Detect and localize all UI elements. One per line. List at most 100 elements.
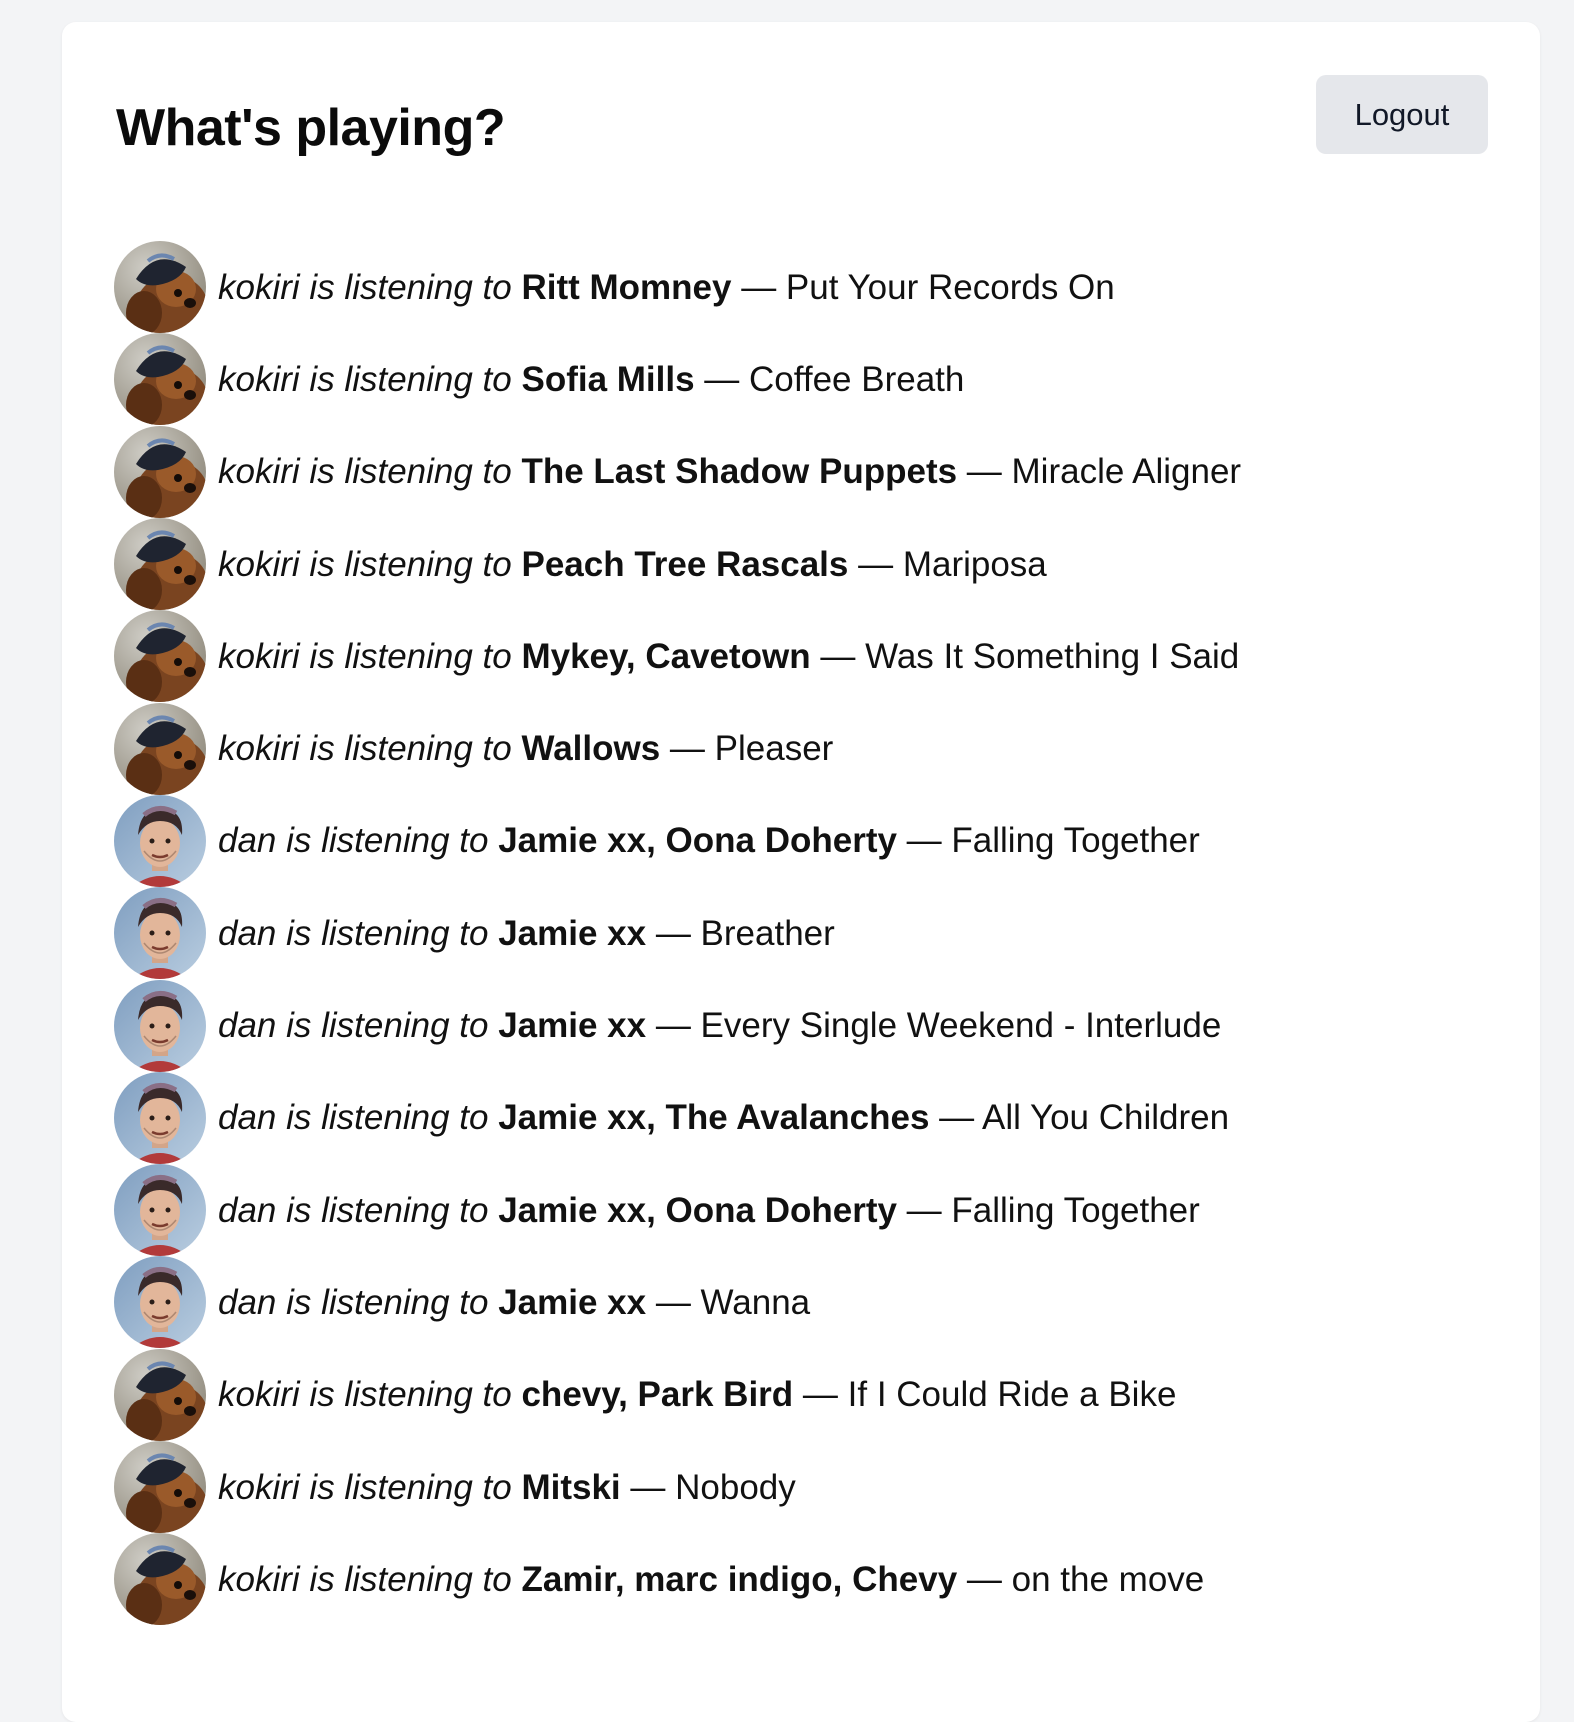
username: kokiri <box>218 729 300 769</box>
listener-activity: kokiri is listening to <box>218 268 521 307</box>
listening-text: kokiri is listening to Sofia Mills — Cof… <box>218 362 964 397</box>
dan-avatar <box>114 1071 206 1164</box>
kokiri-avatar <box>114 610 206 703</box>
dan-avatar <box>114 979 206 1072</box>
activity-verb: is listening to <box>299 267 522 307</box>
artist-name: The Last Shadow Puppets <box>521 452 958 492</box>
listener-activity: kokiri is listening to <box>218 729 521 768</box>
separator: — <box>660 729 715 769</box>
listener-activity: kokiri is listening to <box>218 545 521 584</box>
kokiri-avatar <box>114 1533 206 1626</box>
listener-activity: kokiri is listening to <box>218 637 521 676</box>
track-title: Breather <box>700 913 835 953</box>
username: kokiri <box>218 1467 300 1507</box>
list-item: kokiri is listening to Mitski — Nobody <box>114 1441 1241 1533</box>
username: dan <box>218 913 277 953</box>
listener-activity: dan is listening to <box>218 1006 498 1045</box>
separator: — <box>810 636 866 676</box>
listening-feed: kokiri is listening to Ritt Momney — Put… <box>114 241 1241 1626</box>
listener-activity: dan is listening to <box>218 1191 498 1230</box>
listening-text: dan is listening to Jamie xx — Breather <box>218 916 835 951</box>
list-item: kokiri is listening to Mykey, Cavetown —… <box>114 610 1241 703</box>
activity-verb: is listening to <box>299 1467 522 1507</box>
listener-activity: dan is listening to <box>218 1098 498 1137</box>
kokiri-avatar <box>114 1348 206 1441</box>
username: kokiri <box>218 267 300 307</box>
separator: — <box>929 1098 982 1138</box>
activity-verb: is listening to <box>299 636 522 676</box>
list-item: dan is listening to Jamie xx, Oona Doher… <box>114 1164 1241 1257</box>
listening-text: dan is listening to Jamie xx — Every Sin… <box>218 1008 1221 1043</box>
track-title: Coffee Breath <box>749 359 965 399</box>
separator: — <box>793 1375 848 1415</box>
activity-verb: is listening to <box>276 1190 499 1230</box>
track-title: Nobody <box>675 1467 796 1507</box>
track-title: Wanna <box>700 1282 811 1322</box>
listening-text: kokiri is listening to Mitski — Nobody <box>218 1470 796 1505</box>
list-item: kokiri is listening to Peach Tree Rascal… <box>114 518 1241 611</box>
listening-text: dan is listening to Jamie xx — Wanna <box>218 1285 810 1320</box>
track-title: All You Children <box>981 1098 1230 1138</box>
listener-activity: dan is listening to <box>218 914 498 953</box>
username: dan <box>218 1282 277 1322</box>
list-item: kokiri is listening to Sofia Mills — Cof… <box>114 333 1241 426</box>
kokiri-avatar <box>114 1441 206 1533</box>
separator: — <box>848 544 903 584</box>
list-item: dan is listening to Jamie xx, Oona Doher… <box>114 794 1241 887</box>
listening-text: kokiri is listening to Peach Tree Rascal… <box>218 547 1047 582</box>
listening-text: dan is listening to Jamie xx, The Avalan… <box>218 1100 1229 1135</box>
page-title: What's playing? <box>116 99 506 157</box>
list-item: kokiri is listening to Wallows — Pleaser <box>114 702 1241 795</box>
username: kokiri <box>218 636 300 676</box>
username: dan <box>218 1006 277 1046</box>
dan-avatar <box>114 887 206 980</box>
activity-verb: is listening to <box>276 1098 499 1138</box>
dan-avatar <box>114 1164 206 1257</box>
logout-button[interactable]: Logout <box>1316 75 1488 154</box>
artist-name: Mitski <box>521 1467 621 1507</box>
listening-text: kokiri is listening to Ritt Momney — Put… <box>218 270 1115 305</box>
activity-verb: is listening to <box>299 729 522 769</box>
dan-avatar <box>114 794 206 887</box>
listener-activity: dan is listening to <box>218 1283 498 1322</box>
separator: — <box>896 1190 952 1230</box>
separator: — <box>694 359 750 399</box>
artist-name: Sofia Mills <box>521 359 695 399</box>
list-item: dan is listening to Jamie xx — Wanna <box>114 1256 1241 1349</box>
activity-verb: is listening to <box>276 821 499 861</box>
track-title: on the move <box>1011 1559 1205 1599</box>
activity-verb: is listening to <box>299 359 522 399</box>
activity-verb: is listening to <box>276 1282 499 1322</box>
artist-name: Zamir, marc indigo, Chevy <box>521 1559 958 1599</box>
list-item: kokiri is listening to Ritt Momney — Put… <box>114 241 1241 334</box>
kokiri-avatar <box>114 518 206 611</box>
list-item: kokiri is listening to Zamir, marc indig… <box>114 1533 1241 1626</box>
listener-activity: kokiri is listening to <box>218 1375 521 1414</box>
list-item: dan is listening to Jamie xx — Breather <box>114 887 1241 980</box>
kokiri-avatar <box>114 702 206 795</box>
activity-verb: is listening to <box>299 544 522 584</box>
track-title: Put Your Records On <box>785 267 1115 307</box>
listening-text: kokiri is listening to chevy, Park Bird … <box>218 1377 1176 1412</box>
username: kokiri <box>218 452 300 492</box>
listening-text: kokiri is listening to Zamir, marc indig… <box>218 1562 1204 1597</box>
listening-text: dan is listening to Jamie xx, Oona Doher… <box>218 1193 1200 1228</box>
artist-name: Jamie xx <box>498 1006 647 1046</box>
kokiri-avatar <box>114 241 206 334</box>
listener-activity: dan is listening to <box>218 821 498 860</box>
list-item: dan is listening to Jamie xx, The Avalan… <box>114 1071 1241 1164</box>
track-title: Was It Something I Said <box>865 636 1240 676</box>
artist-name: Mykey, Cavetown <box>521 636 811 676</box>
activity-verb: is listening to <box>299 1375 522 1415</box>
listening-text: kokiri is listening to The Last Shadow P… <box>218 454 1241 489</box>
track-title: Miracle Aligner <box>1011 452 1242 492</box>
track-title: Falling Together <box>951 1190 1200 1230</box>
username: dan <box>218 821 277 861</box>
listener-activity: kokiri is listening to <box>218 1560 521 1599</box>
separator: — <box>646 913 701 953</box>
listener-activity: kokiri is listening to <box>218 360 521 399</box>
username: kokiri <box>218 1375 300 1415</box>
separator: — <box>646 1006 701 1046</box>
listener-activity: kokiri is listening to <box>218 1468 521 1507</box>
activity-verb: is listening to <box>276 913 499 953</box>
